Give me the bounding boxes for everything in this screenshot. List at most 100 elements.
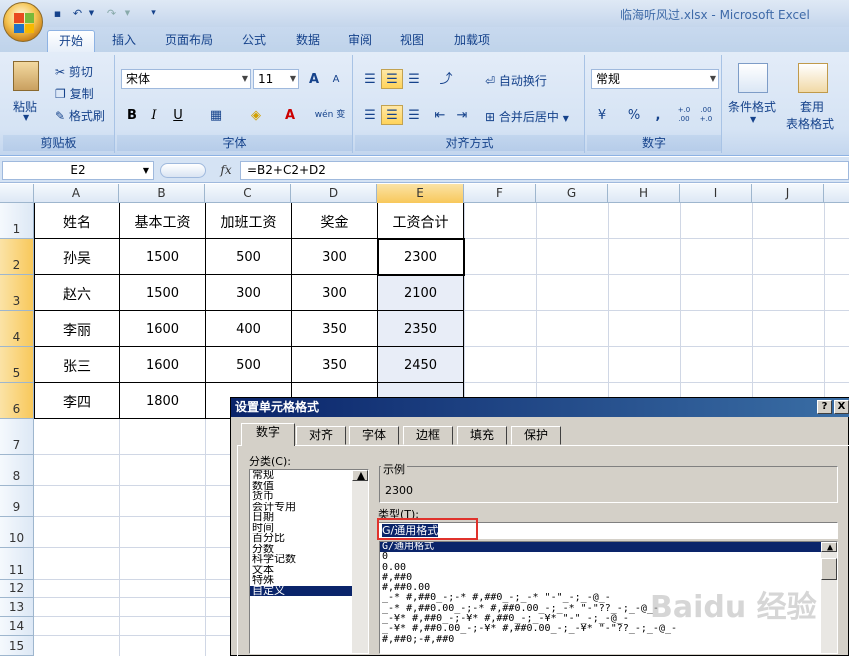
tab-data[interactable]: 数据: [284, 30, 332, 52]
tab-number[interactable]: 数字: [241, 423, 295, 446]
row-header[interactable]: 8: [0, 455, 34, 486]
close-button[interactable]: X: [834, 400, 849, 414]
format-as-table-line1[interactable]: 套用: [800, 98, 824, 115]
cut-button[interactable]: ✂ 剪切: [55, 63, 93, 80]
redo-icon[interactable]: ↷: [104, 6, 119, 21]
undo-icon[interactable]: ↶: [70, 6, 85, 21]
table-cell[interactable]: 500: [206, 358, 291, 373]
format-painter-button[interactable]: ✎ 格式刷: [55, 107, 105, 124]
category-item[interactable]: 货币: [250, 491, 368, 502]
column-header[interactable]: B: [119, 184, 205, 203]
phonetic-button[interactable]: wén 变: [313, 105, 347, 125]
table-cell[interactable]: 1800: [120, 394, 205, 409]
formula-input[interactable]: =B2+C2+D2: [240, 161, 849, 180]
tab-border[interactable]: 边框: [403, 426, 453, 445]
row-header[interactable]: 14: [0, 617, 34, 636]
tab-view[interactable]: 视图: [388, 30, 436, 52]
table-header-cell[interactable]: 基本工资: [120, 212, 205, 232]
category-item[interactable]: 特殊: [250, 575, 368, 586]
category-item[interactable]: 时间: [250, 523, 368, 534]
table-cell[interactable]: 500: [206, 250, 291, 265]
formula-bar-splitter[interactable]: [160, 163, 206, 178]
save-icon[interactable]: ▪: [50, 6, 65, 21]
conditional-format-button[interactable]: 条件格式: [728, 98, 776, 115]
grow-font-button[interactable]: A: [303, 69, 325, 89]
tab-protection[interactable]: 保护: [511, 426, 561, 445]
italic-button[interactable]: I: [143, 105, 165, 125]
table-cell[interactable]: 400: [206, 322, 291, 337]
column-header[interactable]: J: [752, 184, 824, 203]
column-header[interactable]: D: [291, 184, 377, 203]
table-cell[interactable]: 张三: [35, 356, 119, 376]
decrease-indent-icon[interactable]: ⇤: [429, 105, 451, 125]
category-scrollbar[interactable]: ▲: [352, 470, 368, 653]
table-header-cell[interactable]: 工资合计: [378, 212, 463, 232]
row-header[interactable]: 7: [0, 419, 34, 455]
insert-function-button[interactable]: fx: [213, 161, 239, 180]
dialog-title-bar[interactable]: 设置单元格格式: [231, 398, 849, 417]
category-item-selected[interactable]: 自定义: [250, 585, 368, 596]
currency-icon[interactable]: ¥: [591, 105, 613, 125]
row-header[interactable]: 9: [0, 486, 34, 517]
customize-toolbar-icon[interactable]: ▾: [146, 6, 161, 21]
redo-dropdown-icon[interactable]: ▼: [120, 6, 135, 21]
undo-dropdown-icon[interactable]: ▼: [84, 6, 99, 21]
increase-decimal-button[interactable]: +.0 .00: [673, 105, 695, 125]
select-all-corner[interactable]: [0, 184, 34, 203]
tab-font[interactable]: 字体: [349, 426, 399, 445]
category-list[interactable]: 常规 数值 货币 会计专用 日期 时间 百分比 分数 科学记数 文本 特殊 自定…: [249, 469, 369, 654]
tab-insert[interactable]: 插入: [100, 30, 148, 52]
table-cell[interactable]: 赵六: [35, 284, 119, 304]
align-bottom-icon[interactable]: ☰: [403, 69, 425, 89]
merge-center-button[interactable]: ⊞ 合并后居中 ▼: [485, 108, 569, 125]
table-cell[interactable]: 300: [292, 286, 377, 301]
table-cell[interactable]: 1500: [120, 286, 205, 301]
scroll-up-icon[interactable]: ▲: [821, 542, 837, 553]
row-header[interactable]: 1: [0, 203, 34, 239]
conditional-format-icon[interactable]: [738, 63, 768, 93]
category-item[interactable]: 文本: [250, 565, 368, 576]
tab-review[interactable]: 审阅: [336, 30, 384, 52]
scroll-thumb[interactable]: [821, 558, 837, 580]
paste-icon[interactable]: [13, 61, 39, 91]
row-header[interactable]: 13: [0, 598, 34, 617]
underline-button[interactable]: U: [167, 105, 189, 125]
percent-button[interactable]: %: [623, 105, 645, 125]
table-cell[interactable]: 1500: [120, 250, 205, 265]
row-header[interactable]: 11: [0, 548, 34, 580]
font-color-button[interactable]: A: [279, 105, 301, 125]
align-left-icon[interactable]: ☰: [359, 105, 381, 125]
row-header[interactable]: 12: [0, 580, 34, 598]
align-top-icon[interactable]: ☰: [359, 69, 381, 89]
increase-indent-icon[interactable]: ⇥: [451, 105, 473, 125]
category-item[interactable]: 百分比: [250, 533, 368, 544]
type-item[interactable]: #,##0;-#,##0: [380, 634, 837, 645]
tab-formulas[interactable]: 公式: [230, 30, 278, 52]
shrink-font-button[interactable]: A: [325, 69, 347, 89]
category-item[interactable]: 会计专用: [250, 502, 368, 513]
category-item[interactable]: 常规: [250, 470, 368, 481]
category-item[interactable]: 日期: [250, 512, 368, 523]
table-cell[interactable]: 350: [292, 358, 377, 373]
type-item[interactable]: 0.00: [380, 562, 837, 573]
number-format-combo[interactable]: 常规 ▼: [591, 69, 719, 89]
table-cell[interactable]: 2300: [378, 250, 463, 265]
align-center-icon[interactable]: ☰: [381, 105, 403, 125]
comma-button[interactable]: ,: [647, 105, 669, 125]
table-cell[interactable]: 350: [292, 322, 377, 337]
border-icon[interactable]: ▦: [205, 105, 227, 125]
tab-addins[interactable]: 加载项: [446, 30, 498, 52]
table-cell[interactable]: 2350: [378, 322, 463, 337]
tab-alignment[interactable]: 对齐: [296, 426, 346, 445]
table-cell[interactable]: 300: [292, 250, 377, 265]
office-button[interactable]: [3, 2, 43, 42]
table-header-cell[interactable]: 奖金: [292, 212, 377, 232]
row-header[interactable]: 2: [0, 239, 34, 275]
row-header[interactable]: 15: [0, 636, 34, 656]
column-header[interactable]: F: [464, 184, 536, 203]
align-right-icon[interactable]: ☰: [403, 105, 425, 125]
category-item[interactable]: 数值: [250, 481, 368, 492]
table-cell[interactable]: 1600: [120, 322, 205, 337]
category-item[interactable]: 分数: [250, 544, 368, 555]
fill-color-icon[interactable]: ◈: [245, 105, 267, 125]
